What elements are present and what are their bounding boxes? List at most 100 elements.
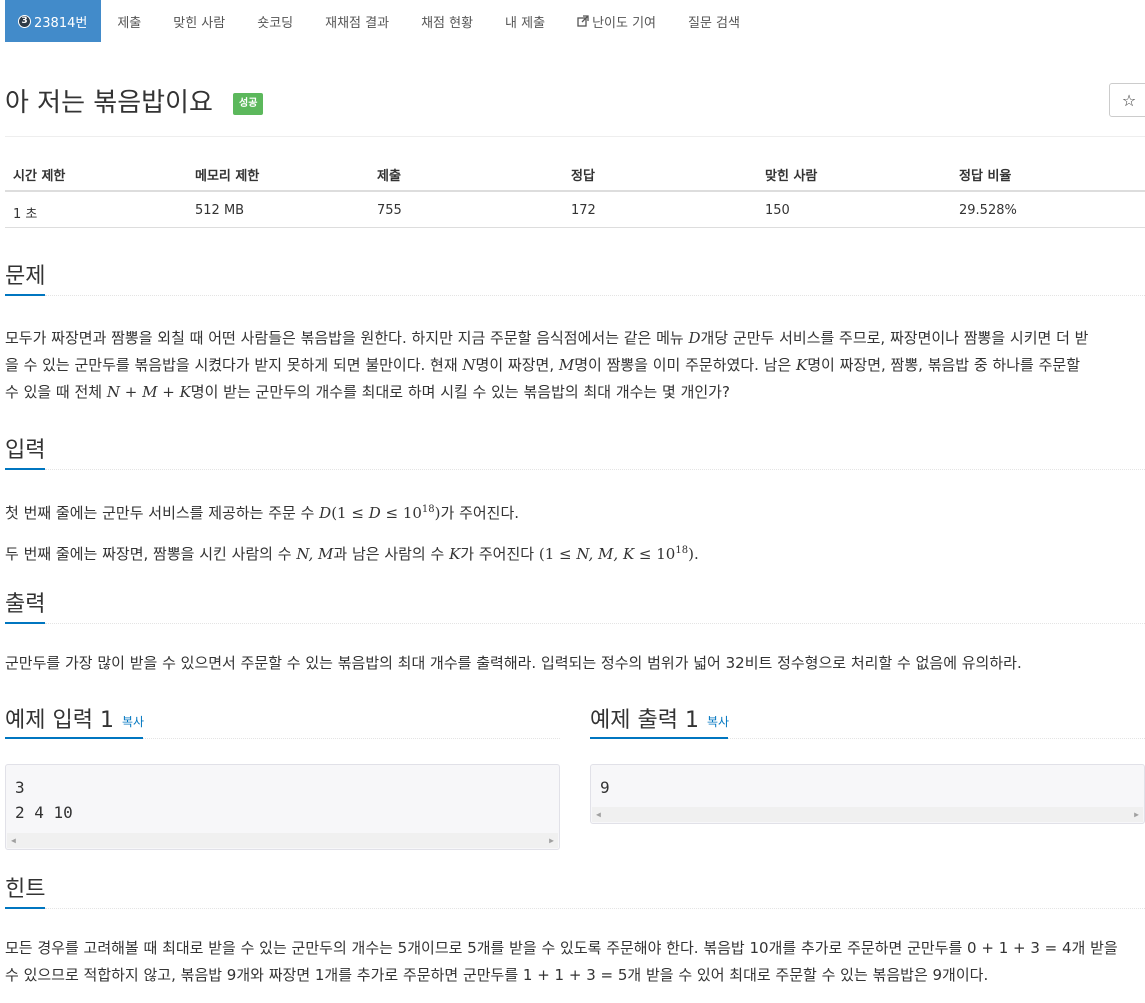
problem-page: 3 23814번 제출 맞힌 사람 숏코딩 재채점 결과 채점 현황 내 제출 … xyxy=(0,0,1145,1003)
problem-title: 아 저는 볶음밥이요 xyxy=(5,88,213,118)
tab-label: 내 제출 xyxy=(505,15,546,31)
tab-judge-status[interactable]: 채점 현황 xyxy=(405,0,489,42)
hint-line: 모든 경우를 고려해볼 때 최대로 받을 수 있는 군만두의 개수는 5개이므로… xyxy=(5,939,1118,957)
sample-output-title: 예제 출력 1 xyxy=(590,708,699,733)
sample-input-box[interactable]: 3 2 4 10 ◀ ▶ xyxy=(5,764,560,850)
scroll-left-icon[interactable]: ◀ xyxy=(596,802,601,827)
heading-rule xyxy=(45,469,1145,470)
tab-label: 제출 xyxy=(117,15,142,31)
sample-output-heading: 예제 출력 1 복사 xyxy=(590,702,729,734)
heading-underline xyxy=(5,737,143,739)
text: 명이 짜장면, xyxy=(475,356,559,374)
math-exponent: 18 xyxy=(421,504,435,515)
table-header-row: 시간 제한 메모리 제한 제출 정답 맞힌 사람 정답 비율 xyxy=(5,155,1145,192)
text: 과 남은 사람의 수 xyxy=(333,545,450,563)
tab-label: 재채점 결과 xyxy=(325,15,390,31)
header-solvers: 맞힌 사람 xyxy=(765,169,818,184)
math: N, M xyxy=(296,545,334,563)
text: 을 수 있는 군만두를 볶음밥을 시켰다가 받지 못하게 되면 불만이다. 현재 xyxy=(5,356,463,374)
hint-heading: 힌트 xyxy=(5,877,46,902)
text: 명이 짬뽕을 이미 주문하였다. 남은 xyxy=(574,356,797,374)
tab-label: 숏코딩 xyxy=(257,15,294,31)
header-time-limit: 시간 제한 xyxy=(13,169,66,184)
math: D xyxy=(319,504,332,522)
heading-underline xyxy=(590,737,728,739)
tab-problem[interactable]: 3 23814번 xyxy=(5,0,102,42)
heading-underline xyxy=(5,294,45,296)
text: 명이 받는 군만두의 개수를 최대로 하며 시킬 수 있는 볶음밥의 최대 개수… xyxy=(190,383,730,401)
math-sum: N + M + K xyxy=(106,383,191,401)
submissions-value: 755 xyxy=(377,203,402,218)
tab-label: 23814번 xyxy=(34,15,88,31)
text: 첫 번째 줄에는 군만두 서비스를 제공하는 주문 수 xyxy=(5,504,320,522)
tab-solvers[interactable]: 맞힌 사람 xyxy=(157,0,241,42)
memory-limit-value: 512 MB xyxy=(195,203,245,218)
scroll-right-icon[interactable]: ▶ xyxy=(1134,802,1139,827)
horizontal-scrollbar[interactable]: ◀ ▶ xyxy=(7,833,558,848)
scroll-right-icon[interactable]: ▶ xyxy=(549,828,554,853)
description-line: 수 있을 때 전체 N + M + K명이 받는 군만두의 개수를 최대로 하며… xyxy=(5,379,1145,406)
heading-rule xyxy=(45,295,1145,296)
heading-rule xyxy=(728,738,1145,739)
scroll-left-icon[interactable]: ◀ xyxy=(11,828,16,853)
solvers-value: 150 xyxy=(765,203,790,218)
tab-difficulty-contribution[interactable]: 난이도 기여 xyxy=(561,0,672,42)
time-limit-value: 1 초 xyxy=(13,207,38,222)
ratio-value: 29.528% xyxy=(959,203,1017,218)
copy-sample-input-button[interactable]: 복사 xyxy=(122,715,144,729)
math-d: D xyxy=(688,329,701,347)
tab-label: 질문 검색 xyxy=(688,15,740,31)
header-ratio: 정답 비율 xyxy=(959,169,1012,184)
problem-title-row: 아 저는 볶음밥이요 성공 ☆ xyxy=(5,78,1145,118)
heading-rule xyxy=(143,738,560,739)
copy-sample-output-button[interactable]: 복사 xyxy=(707,715,729,729)
text: 수 있을 때 전체 xyxy=(5,383,107,401)
math-n: N xyxy=(462,356,476,374)
problem-menu-tabs: 3 23814번 제출 맞힌 사람 숏코딩 재채점 결과 채점 현황 내 제출 … xyxy=(5,0,756,42)
math: ). xyxy=(688,545,699,563)
tab-rejudge-result[interactable]: 재채점 결과 xyxy=(309,0,405,42)
text: 명이 짜장면, 짬뽕, 볶음밥 중 하나를 주문할 xyxy=(807,356,1080,374)
hint-line: 수 있으므로 적합하지 않고, 볶음밥 9개와 짜장면 1개를 추가로 주문하면… xyxy=(5,966,989,984)
math: K xyxy=(449,545,461,563)
star-icon: ☆ xyxy=(1121,90,1137,110)
math: (1 ≤ xyxy=(331,504,369,522)
math-m: M xyxy=(558,356,575,374)
text: 모두가 짜장면과 짬뽕을 외칠 때 어떤 사람들은 볶음밥을 원한다. 하지만 … xyxy=(5,329,689,347)
text: 개당 군만두 서비스를 주므로, 짜장면이나 짬뽕을 시키면 더 받 xyxy=(700,329,1089,347)
math: D xyxy=(368,504,381,522)
output-heading: 출력 xyxy=(5,592,46,617)
sample-input-title: 예제 입력 1 xyxy=(5,708,114,733)
tab-label: 채점 현황 xyxy=(421,15,474,31)
header-submissions: 제출 xyxy=(377,169,401,184)
heading-underline xyxy=(5,622,45,624)
external-link-icon xyxy=(577,15,589,27)
favorite-star-button[interactable]: ☆ xyxy=(1109,83,1145,117)
problem-description-heading: 문제 xyxy=(5,264,46,289)
tab-label: 맞힌 사람 xyxy=(173,15,226,31)
description-line: 을 수 있는 군만두를 볶음밥을 시켰다가 받지 못하게 되면 불만이다. 현재… xyxy=(5,352,1145,379)
title-divider xyxy=(5,136,1145,137)
text: 가 주어진다. xyxy=(440,504,520,522)
heading-underline xyxy=(5,907,45,909)
heading-rule xyxy=(45,623,1145,624)
tier-badge-icon: 3 xyxy=(18,14,31,28)
tab-label: 난이도 기여 xyxy=(592,15,656,31)
text: 가 주어진다 xyxy=(460,545,539,563)
input-description-line-2: 두 번째 줄에는 짜장면, 짬뽕을 시킨 사람의 수 N, M과 남은 사람의 … xyxy=(5,537,1145,568)
header-memory-limit: 메모리 제한 xyxy=(195,169,260,184)
problem-info-table: 시간 제한 메모리 제한 제출 정답 맞힌 사람 정답 비율 1 초 512 M… xyxy=(5,155,1145,228)
tab-question-search[interactable]: 질문 검색 xyxy=(672,0,756,42)
output-description: 군만두를 가장 많이 받을 수 있으면서 주문할 수 있는 볶음밥의 최대 개수… xyxy=(5,654,1022,672)
problem-description: 모두가 짜장면과 짬뽕을 외칠 때 어떤 사람들은 볶음밥을 원한다. 하지만 … xyxy=(5,325,1145,406)
tab-short-coding[interactable]: 숏코딩 xyxy=(241,0,309,42)
input-heading: 입력 xyxy=(5,438,46,463)
sample-input-content: 3 2 4 10 xyxy=(15,778,73,822)
sample-output-content: 9 xyxy=(600,778,610,797)
tab-my-submissions[interactable]: 내 제출 xyxy=(489,0,561,42)
math: (1 ≤ xyxy=(538,545,577,563)
input-description-line-1: 첫 번째 줄에는 군만두 서비스를 제공하는 주문 수 D(1 ≤ D ≤ 10… xyxy=(5,496,1145,527)
horizontal-scrollbar[interactable]: ◀ ▶ xyxy=(592,807,1143,822)
tab-submit[interactable]: 제출 xyxy=(101,0,157,42)
sample-output-box[interactable]: 9 ◀ ▶ xyxy=(590,764,1145,824)
